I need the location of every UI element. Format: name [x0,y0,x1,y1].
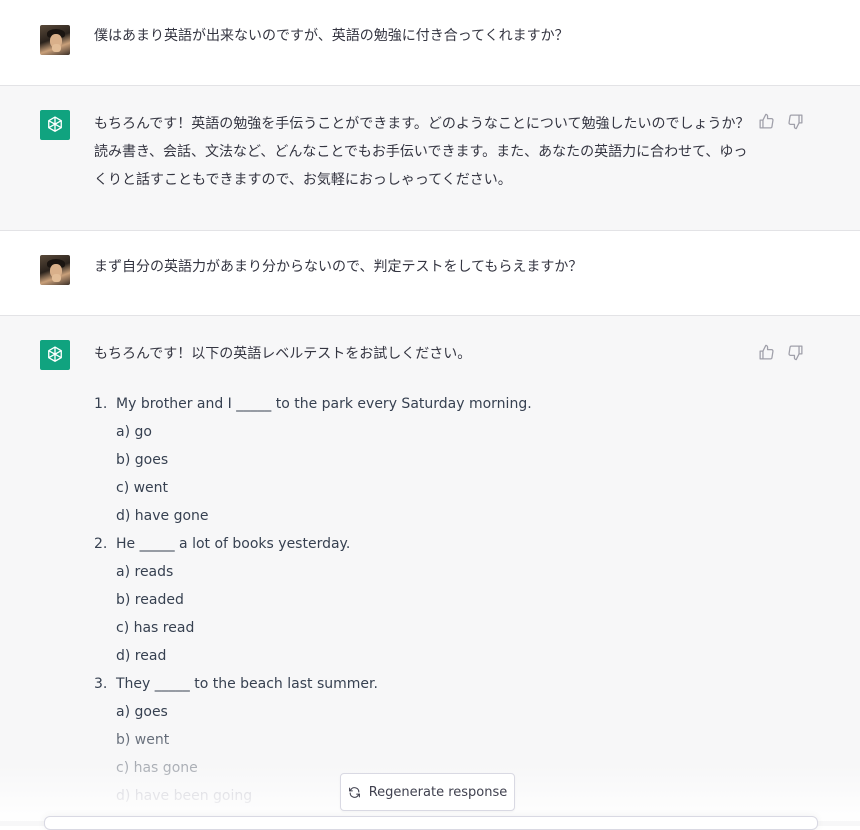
answer-option: c) has read [116,620,195,636]
question-text: He _____ a lot of books yesterday. [116,536,351,552]
user-avatar [40,255,70,285]
quiz-question: 1. My brother and I _____ to the park ev… [94,390,532,530]
user-message-1: 僕はあまり英語が出来ないのですが、英語の勉強に付き合ってくれますか？ [0,0,860,86]
thumbs-down-icon[interactable] [787,344,804,361]
thumbs-up-icon[interactable] [758,113,775,130]
user-message-2: まず自分の英語力があまり分からないので、判定テストをしてもらえますか？ [0,231,860,316]
answer-option: b) went [116,732,170,748]
assistant-message-2: もちろんです！以下の英語レベルテストをお試しください。 1. My brothe… [0,316,860,826]
question-number: 2. [94,536,108,552]
quiz-question: 2. He _____ a lot of books yesterday. a)… [94,530,532,670]
openai-logo-icon [40,340,70,370]
answer-option: a) go [116,424,152,440]
refresh-icon [348,786,361,799]
question-text: My brother and I _____ to the park every… [116,396,532,412]
chat-input[interactable] [44,816,818,830]
answer-option: a) reads [116,564,174,580]
user-message-text: まず自分の英語力があまり分からないので、判定テストをしてもらえますか？ [94,259,583,275]
answer-option: b) goes [116,452,169,468]
answer-option: a) goes [116,704,168,720]
assistant-intro-text: もちろんです！以下の英語レベルテストをお試しください。 [94,346,472,362]
regenerate-label: Regenerate response [368,784,508,800]
feedback-buttons [758,113,804,130]
answer-option: c) went [116,480,169,496]
question-text: They _____ to the beach last summer. [116,676,378,692]
answer-option: d) have gone [116,508,209,524]
answer-option: d) read [116,648,167,664]
quiz-list: 1. My brother and I _____ to the park ev… [94,390,532,810]
regenerate-response-button[interactable]: Regenerate response [340,773,515,811]
question-number: 3. [94,676,108,692]
feedback-buttons [758,344,804,361]
user-avatar [40,25,70,55]
openai-logo-icon [40,110,70,140]
user-message-text: 僕はあまり英語が出来ないのですが、英語の勉強に付き合ってくれますか？ [94,28,569,44]
assistant-message-text: もちろんです！英語の勉強を手伝うことができます。どのようなことについて勉強したい… [94,116,750,188]
answer-option: b) readed [116,592,184,608]
assistant-message-1: もちろんです！英語の勉強を手伝うことができます。どのようなことについて勉強したい… [0,86,860,231]
thumbs-up-icon[interactable] [758,344,775,361]
thumbs-down-icon[interactable] [787,113,804,130]
question-number: 1. [94,396,108,412]
